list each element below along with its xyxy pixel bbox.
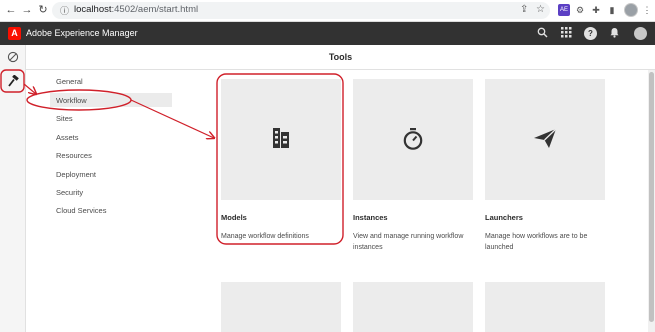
profile-icon[interactable] — [624, 3, 638, 17]
sidebar-icon[interactable]: ▮ — [606, 4, 618, 16]
card-description: Manage workflow definitions — [221, 233, 309, 240]
card-thumbnail[interactable] — [485, 282, 605, 332]
card-thumbnail[interactable] — [221, 282, 341, 332]
help-icon[interactable]: ? — [584, 27, 597, 40]
tools-nav-item-sites[interactable]: Sites — [56, 114, 73, 123]
page-title: Tools — [328, 52, 353, 62]
stopwatch-icon — [353, 127, 473, 151]
card-title[interactable]: Launchers — [485, 213, 523, 222]
forward-icon[interactable]: → — [20, 3, 34, 17]
tools-nav-item-cloud-services[interactable]: Cloud Services — [56, 206, 106, 215]
workflow-model-icon — [221, 127, 341, 151]
tools-nav-item-security[interactable]: Security — [56, 188, 83, 197]
paper-plane-icon — [485, 127, 605, 151]
share-icon[interactable]: ⇪ — [520, 4, 528, 15]
card-instances[interactable]: Instances View and manage running workfl… — [353, 79, 473, 251]
card-models[interactable]: Models Manage workflow definitions — [221, 79, 341, 249]
user-avatar[interactable] — [634, 27, 647, 40]
card-title[interactable]: Instances — [353, 213, 388, 222]
info-icon[interactable]: ⓘ — [60, 4, 69, 17]
browser-toolbar: ← → ↻ ⓘ localhost:4502/aem/start.html ⇪ … — [0, 0, 655, 22]
reload-icon[interactable]: ↻ — [36, 3, 50, 17]
tools-nav-item-resources[interactable]: Resources — [56, 151, 92, 160]
tools-nav-item-general[interactable]: General — [56, 77, 83, 86]
url-text: localhost:4502/aem/start.html — [74, 4, 199, 15]
hammer-icon[interactable] — [6, 74, 20, 89]
page-titlebar: Tools — [26, 45, 655, 70]
address-bar[interactable]: ⓘ localhost:4502/aem/start.html ⇪ ☆ — [52, 2, 550, 19]
app-title[interactable]: Adobe Experience Manager — [26, 28, 138, 38]
left-rail — [0, 45, 26, 332]
scrollbar-thumb[interactable] — [649, 72, 654, 322]
card-thumbnail[interactable] — [353, 282, 473, 332]
card-description: Manage how workflows are to be launched — [485, 233, 588, 251]
adobe-logo[interactable]: A — [8, 27, 21, 40]
tools-nav-item-workflow[interactable]: Workflow — [56, 96, 87, 105]
bell-icon[interactable] — [608, 27, 621, 40]
extension-icon[interactable]: AE — [558, 4, 570, 16]
card-description: View and manage running workflow instanc… — [353, 233, 464, 251]
tools-nav-item-deployment[interactable]: Deployment — [56, 170, 96, 179]
menu-icon[interactable]: ⋮ — [641, 4, 653, 16]
card-launchers[interactable]: Launchers Manage how workflows are to be… — [485, 79, 605, 251]
back-icon[interactable]: ← — [4, 3, 18, 17]
card-title[interactable]: Models — [221, 213, 247, 222]
search-icon[interactable] — [536, 27, 549, 40]
tools-nav-item-assets[interactable]: Assets — [56, 133, 79, 142]
solutions-grid-icon[interactable] — [560, 27, 573, 40]
extension-icon[interactable]: ⚙ — [574, 4, 586, 16]
puzzle-icon[interactable]: ✚ — [590, 4, 602, 16]
star-icon[interactable]: ☆ — [536, 4, 545, 15]
compass-icon[interactable] — [6, 51, 20, 65]
